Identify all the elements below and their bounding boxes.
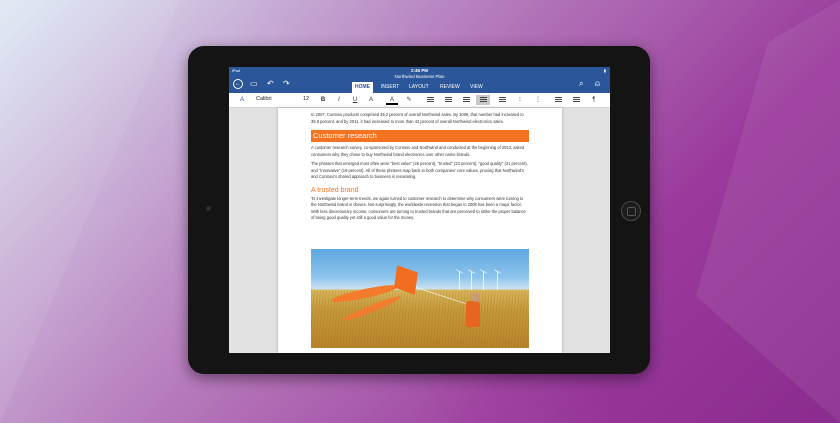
heading-trusted-brand: A trusted brand xyxy=(311,186,359,194)
underline-button[interactable]: U xyxy=(350,95,360,105)
wind-turbine xyxy=(471,272,472,290)
status-time: 2:46 PM xyxy=(410,68,428,73)
highlight-icon[interactable]: ✎ xyxy=(404,95,414,105)
align-center-icon[interactable] xyxy=(443,95,453,105)
body-paragraph: In 2007, Contoso products comprised 35.2… xyxy=(311,112,524,124)
bullets-icon[interactable]: ⁝ xyxy=(515,95,525,105)
decrease-indent-icon[interactable] xyxy=(553,95,563,105)
formatting-toolbar: A Calibri 12 B I U A A ✎ ⁝ ⋮ ¶ xyxy=(229,93,610,108)
font-size-icon[interactable]: A xyxy=(366,95,376,105)
search-icon[interactable]: ⌕ xyxy=(579,79,583,89)
tab-review[interactable]: REVIEW xyxy=(437,82,463,93)
justify-icon[interactable] xyxy=(476,95,490,105)
camera xyxy=(206,206,211,211)
screen: iPad 2:46 PM ▮ Northwind Business Plan ←… xyxy=(229,67,610,353)
background-facet xyxy=(696,0,840,423)
child-head xyxy=(471,293,480,302)
increase-indent-icon[interactable] xyxy=(571,95,581,105)
child-figure xyxy=(466,301,480,327)
paragraph-mark-icon[interactable]: ¶ xyxy=(589,95,599,105)
tab-home[interactable]: HOME xyxy=(352,82,373,93)
document-photo[interactable] xyxy=(311,249,529,348)
tab-view[interactable]: VIEW xyxy=(467,82,486,93)
tab-insert[interactable]: INSERT xyxy=(378,82,402,93)
file-icon[interactable]: ▭ xyxy=(250,79,258,89)
body-paragraph: A customer research survey, co-sponsored… xyxy=(311,145,525,157)
font-name-field[interactable]: Calibri xyxy=(256,96,272,102)
tab-layout[interactable]: LAYOUT xyxy=(406,82,432,93)
bold-button[interactable]: B xyxy=(318,95,328,105)
line-spacing-icon[interactable] xyxy=(497,95,507,105)
font-icon[interactable]: A xyxy=(237,95,247,105)
document-content: In 2007, Contoso products comprised 35.2… xyxy=(311,112,529,222)
font-size-field[interactable]: 12 xyxy=(303,96,309,102)
home-button[interactable] xyxy=(621,201,641,221)
body-paragraph: To investigate longer-term trends, we ag… xyxy=(311,195,526,221)
font-color-icon[interactable]: A xyxy=(386,95,398,105)
ribbon: iPad 2:46 PM ▮ Northwind Business Plan ←… xyxy=(229,67,610,93)
battery-icon: ▮ xyxy=(603,68,606,73)
align-left-icon[interactable] xyxy=(425,95,435,105)
tablet-device: iPad 2:46 PM ▮ Northwind Business Plan ←… xyxy=(188,46,650,374)
undo-icon[interactable]: ↶ xyxy=(267,79,274,89)
wind-turbine xyxy=(483,272,484,290)
numbering-icon[interactable]: ⋮ xyxy=(533,95,543,105)
wind-turbine xyxy=(459,272,460,290)
wind-turbine xyxy=(497,272,498,290)
back-icon[interactable]: ← xyxy=(233,79,243,89)
body-paragraph: The phrases that emerged most often were… xyxy=(311,161,528,179)
redo-icon[interactable]: ↷ xyxy=(283,79,290,89)
background-facet xyxy=(0,0,180,423)
align-right-icon[interactable] xyxy=(461,95,471,105)
document-page[interactable]: In 2007, Contoso products comprised 35.2… xyxy=(278,108,562,353)
share-icon[interactable]: ⍝ xyxy=(595,79,600,89)
heading-customer-research: Customer research xyxy=(311,130,529,142)
italic-button[interactable]: I xyxy=(334,95,344,105)
